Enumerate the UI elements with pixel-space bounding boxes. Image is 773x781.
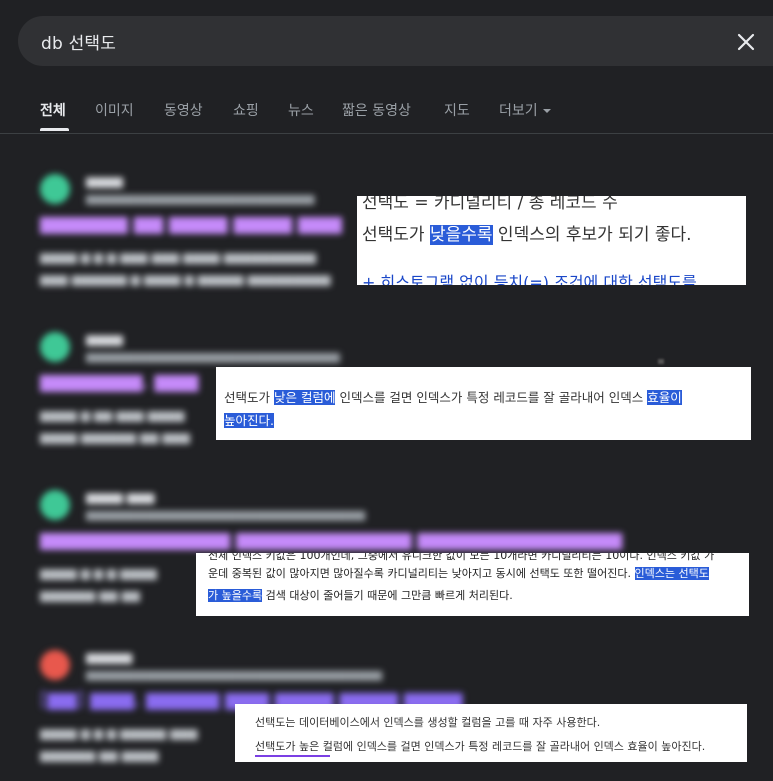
site-url: ▆▆▆▆▆▆▆▆▆▆▆▆▆▆▆▆▆▆▆▆▆▆▆▆▆▆▆▆▆▆▆▆▆▆▆ — [86, 668, 383, 681]
excerpt-panel-1: 선택도 = 카디널리티 / 총 레코드 수 선택도가 낮을수록 인덱스의 후보가… — [357, 196, 746, 285]
result-snippet: ▆▆▆▆ ▆ ▆▆ ▆▆▆ ▆▆▆▆ — [40, 408, 185, 422]
result-snippet: ▆▆▆ ▆▆▆▆▆▆ ▆ ▆▆▆▆ ▆ ▆▆▆▆▆ ▆▆▆▆▆▆▆▆▆ — [40, 272, 331, 286]
excerpt-text: 운데 중복된 값이 많아지면 많아질수록 카디널리티는 낮아지고 동시에 선택도… — [208, 567, 635, 580]
tab-shopping[interactable]: 쇼핑 — [233, 100, 259, 120]
excerpt-text: 선택도가 — [224, 390, 274, 405]
excerpt-panel-4: 선택도는 데이터베이스에서 인덱스를 생성할 컬럼을 고를 때 자주 사용한다.… — [235, 704, 747, 762]
tab-news[interactable]: 뉴스 — [288, 100, 314, 120]
tab-videos[interactable]: 동영상 — [164, 100, 203, 120]
excerpt-text: 선택도가 — [362, 225, 430, 245]
search-tabs: 전체 이미지 동영상 쇼핑 뉴스 짧은 동영상 지도 더보기 — [0, 96, 773, 134]
result-title[interactable]: ▆▆▆▆▆▆ ▆▆ ▆▆▆▆ ▆▆▆▆ ▆▆▆ — [40, 212, 342, 234]
result-snippet: ▆▆▆▆▆▆ ▆▆ ▆▆ — [40, 588, 140, 602]
search-bar[interactable]: db 선택도 — [18, 16, 773, 66]
site-name: ▆▆▆▆ — [86, 174, 123, 188]
result-snippet: ▆▆▆▆ ▆ ▆ ▆ ▆▆▆▆▆ ▆▆▆ — [40, 726, 198, 740]
site-favicon-icon — [40, 332, 70, 362]
excerpt-text: 인덱스를 걸면 인덱스가 특정 레코드를 잘 골라내어 인덱스 — [335, 390, 648, 405]
tab-maps[interactable]: 지도 — [444, 100, 470, 120]
site-favicon-icon — [40, 650, 70, 680]
active-tab-indicator — [40, 128, 69, 131]
excerpt-line: 선택도가 높은 컬럼에 인덱스를 걸면 인덱스가 특정 레코드를 잘 골라내어 … — [255, 740, 706, 753]
caret-down-icon — [542, 109, 551, 113]
site-url: ▆▆▆▆▆▆▆▆▆▆▆▆▆▆▆▆▆▆▆▆▆▆▆▆▆▆▆ — [86, 192, 315, 205]
tab-more[interactable]: 더보기 — [499, 100, 551, 120]
site-favicon-icon — [40, 174, 70, 204]
excerpt-highlight: 높아진다. — [224, 413, 274, 428]
result-snippet: ▆▆▆▆ ▆▆▆▆▆▆ ▆▆ ▆▆▆ — [40, 430, 190, 444]
excerpt-line: 높아진다. — [224, 410, 274, 429]
result-title[interactable]: ▆▆▆▆▆▆▆▆▆▆▆▆▆ ▆▆▆▆▆▆▆▆▆▆▆▆ ▆▆▆▆▆▆▆▆▆▆▆▆▆… — [40, 528, 622, 550]
close-icon[interactable] — [734, 30, 758, 54]
excerpt-line: 선택도는 데이터베이스에서 인덱스를 생성할 컬럼을 고를 때 자주 사용한다. — [255, 716, 601, 729]
excerpt-line: 선택도가 낮을수록 인덱스의 후보가 되기 좋다. — [362, 220, 692, 245]
excerpt-highlight: 효율이 — [647, 390, 682, 405]
excerpt-highlight: 가 높을수록 — [208, 589, 263, 602]
excerpt-highlight: 낮은 컬럼에 — [273, 390, 336, 405]
site-favicon-icon — [40, 490, 70, 520]
excerpt-line: 전체 인덱스 키값은 100개인데, 그중에서 유니크한 값이 모든 10개라면… — [208, 553, 715, 562]
excerpt-highlight: 낮을수록 — [429, 225, 493, 245]
decorative-mark — [658, 359, 664, 364]
tab-all[interactable]: 전체 — [40, 100, 66, 120]
excerpt-line: 선택도 = 카디널리티 / 총 레코드 수 — [362, 196, 618, 213]
excerpt-line: 가 높을수록 검색 대상이 줄어들기 때문에 그만큼 빠르게 처리된다. — [208, 587, 513, 603]
result-title[interactable]: ▆▆▆▆▆▆▆, ▆▆▆ — [40, 370, 198, 392]
tab-images[interactable]: 이미지 — [95, 100, 134, 120]
tab-more-label: 더보기 — [499, 103, 538, 119]
excerpt-line: 운데 중복된 값이 많아지면 많아질수록 카디널리티는 낮아지고 동시에 선택도… — [208, 565, 709, 581]
excerpt-highlight: 인덱스는 선택도 — [634, 567, 709, 580]
site-name: ▆▆▆▆▆ — [86, 650, 133, 664]
site-name: ▆▆▆▆ — [86, 332, 123, 346]
site-url: ▆▆▆▆▆▆▆▆▆▆▆▆▆▆▆▆▆▆▆▆▆▆▆▆▆▆▆▆▆▆▆▆▆ — [86, 508, 366, 521]
text-underline — [255, 755, 330, 757]
site-url: ▆▆▆▆▆▆▆▆▆▆▆▆▆▆▆▆▆▆▆▆▆▆▆▆▆▆▆▆▆▆ — [86, 350, 340, 363]
site-name: ▆▆▆▆ ▆▆▆ — [86, 490, 155, 504]
tab-short-videos[interactable]: 짧은 동영상 — [342, 100, 411, 120]
excerpt-text: 검색 대상이 줄어들기 때문에 그만큼 빠르게 처리된다. — [262, 589, 513, 602]
result-snippet: ▆▆▆▆ ▆ ▆ ▆ ▆▆▆ ▆▆▆ ▆▆▆▆ ▆▆▆▆▆▆▆▆▆▆ — [40, 250, 316, 264]
result-snippet: ▆▆▆▆▆▆ ▆▆ ▆▆▆▆ — [40, 748, 159, 762]
excerpt-text: 인덱스의 후보가 되기 좋다. — [492, 225, 692, 245]
search-input[interactable]: db 선택도 — [41, 29, 116, 54]
excerpt-panel-2: 선택도가 낮은 컬럼에 인덱스를 걸면 인덱스가 특정 레코드를 잘 골라내어 … — [216, 367, 751, 440]
excerpt-panel-3: 전체 인덱스 키값은 100개인데, 그중에서 유니크한 값이 모든 10개라면… — [196, 553, 749, 616]
result-snippet: ▆▆▆▆ ▆ ▆ ▆ ▆▆▆▆ — [40, 566, 157, 580]
excerpt-line: 선택도가 낮은 컬럼에 인덱스를 걸면 인덱스가 특정 레코드를 잘 골라내어 … — [224, 387, 682, 406]
excerpt-link[interactable]: + 히스토그램 없이 등치(=) 조건에 대한 선택도를 — [362, 269, 697, 285]
